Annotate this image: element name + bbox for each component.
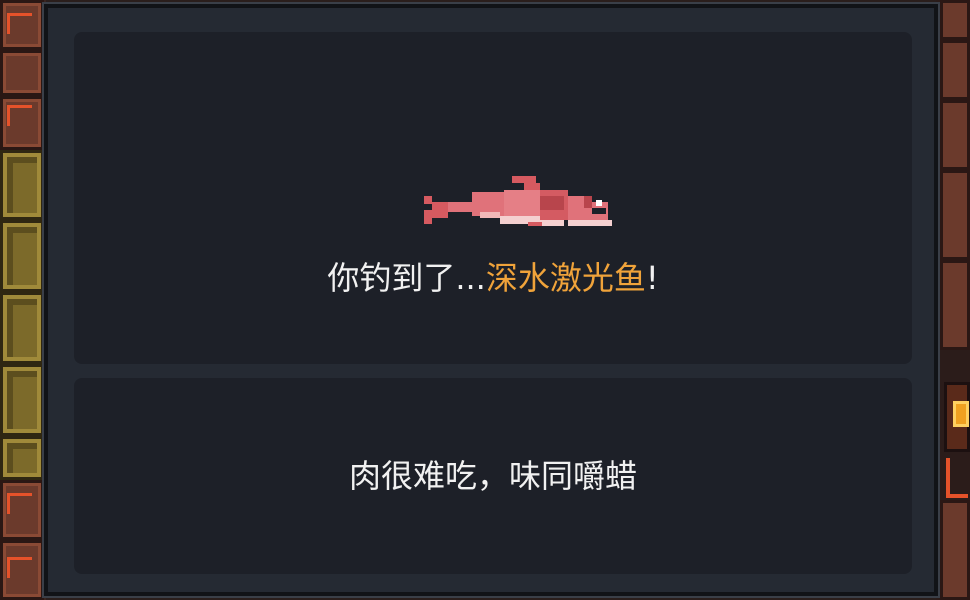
lava-crack (7, 493, 32, 514)
gold-block (0, 436, 44, 480)
left-wall (0, 0, 46, 600)
brick-tile (0, 480, 44, 540)
brick-tile (940, 0, 970, 40)
catch-panel: 你钓到了...深水激光鱼! (74, 32, 912, 364)
fish-description: 肉很难吃，味同嚼蜡 (348, 457, 637, 495)
lava-crack (7, 557, 32, 578)
fish-name: 深水激光鱼 (485, 259, 646, 297)
brick-tile (940, 500, 970, 600)
catch-prefix: 你钓到了... (327, 259, 486, 297)
brick-tile (940, 170, 970, 260)
description-panel: 肉很难吃，味同嚼蜡 (74, 378, 912, 574)
game-scene: 你钓到了...深水激光鱼! 肉很难吃，味同嚼蜡 (0, 0, 970, 600)
brick-tile (0, 540, 44, 600)
lamp-glow (953, 401, 969, 427)
catch-message: 你钓到了...深水激光鱼! (74, 256, 912, 300)
gold-block (0, 364, 44, 436)
brick-tile (940, 100, 970, 170)
lava-bracket (946, 458, 968, 498)
torch-lamp-icon (944, 382, 970, 452)
catch-suffix: ! (645, 259, 659, 297)
lava-crack (7, 105, 32, 126)
gold-block (0, 292, 44, 364)
brick-tile (0, 50, 44, 96)
brick-tile (0, 96, 44, 150)
brick-tile (940, 40, 970, 100)
brick-tile (940, 260, 970, 350)
lava-crack (7, 13, 32, 34)
catch-result-dialog[interactable]: 你钓到了...深水激光鱼! 肉很难吃，味同嚼蜡 (44, 4, 938, 596)
pink-fish-icon (424, 176, 612, 226)
brick-tile (0, 0, 44, 50)
gold-block (0, 220, 44, 292)
gold-block (0, 150, 44, 220)
